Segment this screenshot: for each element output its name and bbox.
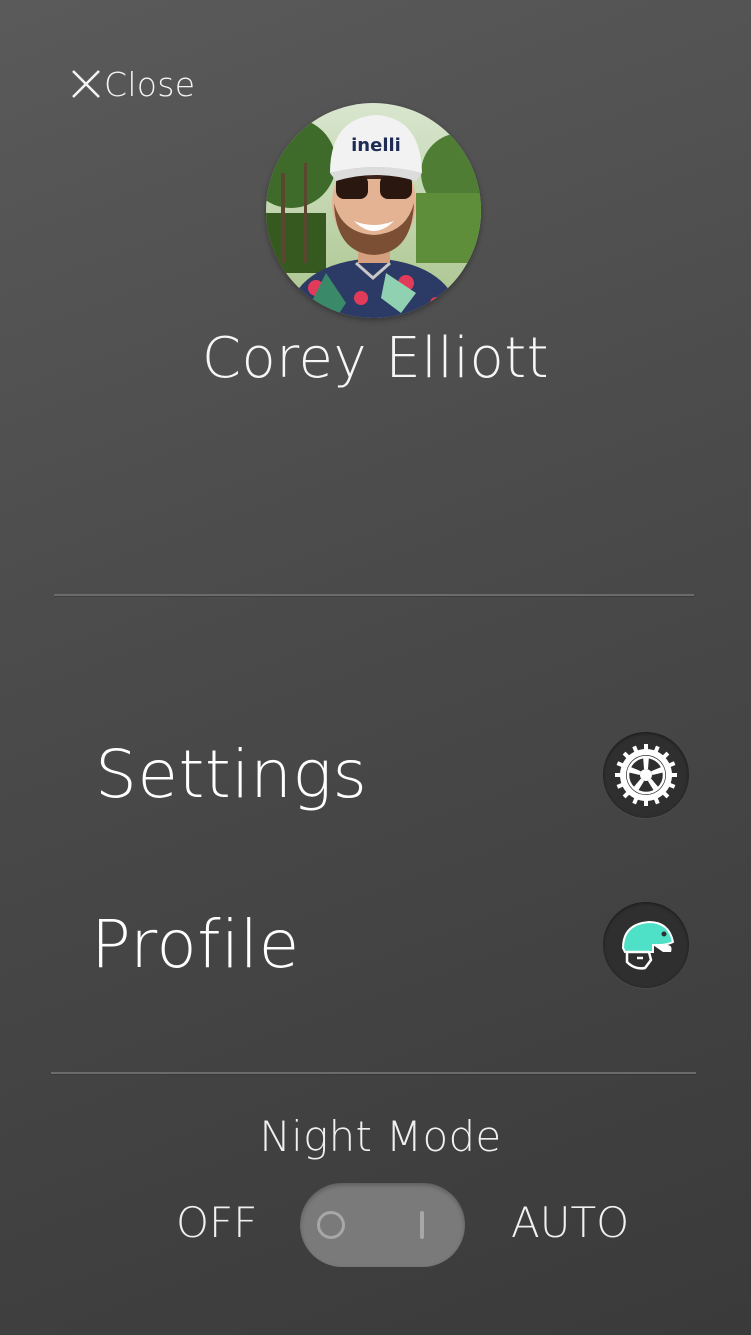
close-button[interactable]: Close	[70, 62, 195, 106]
user-name: Corey Elliott	[201, 326, 550, 391]
side-menu-screen: Close inelli Corey Elliott Settings Prof…	[0, 0, 751, 1335]
toggle-off-icon	[317, 1211, 345, 1239]
night-mode-title: Night Mode	[259, 1112, 502, 1161]
avatar[interactable]: inelli	[266, 103, 481, 318]
close-label: Close	[104, 64, 196, 104]
close-icon	[70, 68, 102, 100]
chainring-gear-icon	[603, 732, 689, 818]
divider	[54, 594, 694, 596]
menu-item-profile[interactable]: Profile	[0, 890, 751, 1000]
toggle-on-icon	[420, 1211, 424, 1239]
menu-item-settings[interactable]: Settings	[0, 720, 751, 830]
avatar-photo: inelli	[266, 103, 481, 318]
night-mode-toggle[interactable]	[300, 1183, 465, 1267]
divider	[51, 1072, 696, 1074]
night-mode-off-label[interactable]: OFF	[176, 1196, 257, 1250]
profile-label: Profile	[91, 906, 300, 983]
cycling-helmet-icon	[603, 902, 689, 988]
settings-label: Settings	[95, 736, 368, 813]
night-mode-auto-label[interactable]: AUTO	[511, 1196, 629, 1250]
cap-text: inelli	[351, 135, 401, 156]
